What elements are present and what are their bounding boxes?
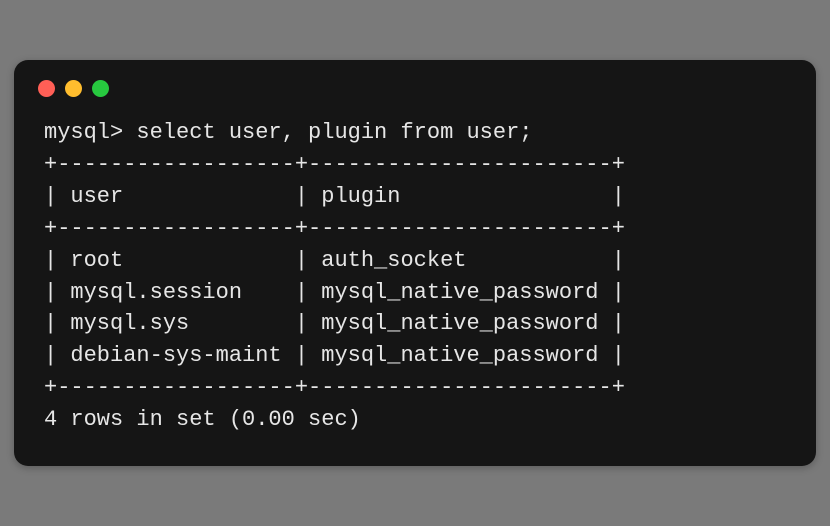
terminal-output: mysql> select user, plugin from user; +-…: [14, 107, 816, 446]
maximize-icon[interactable]: [92, 80, 109, 97]
terminal-window: mysql> select user, plugin from user; +-…: [14, 60, 816, 466]
minimize-icon[interactable]: [65, 80, 82, 97]
close-icon[interactable]: [38, 80, 55, 97]
window-titlebar: [14, 60, 816, 107]
